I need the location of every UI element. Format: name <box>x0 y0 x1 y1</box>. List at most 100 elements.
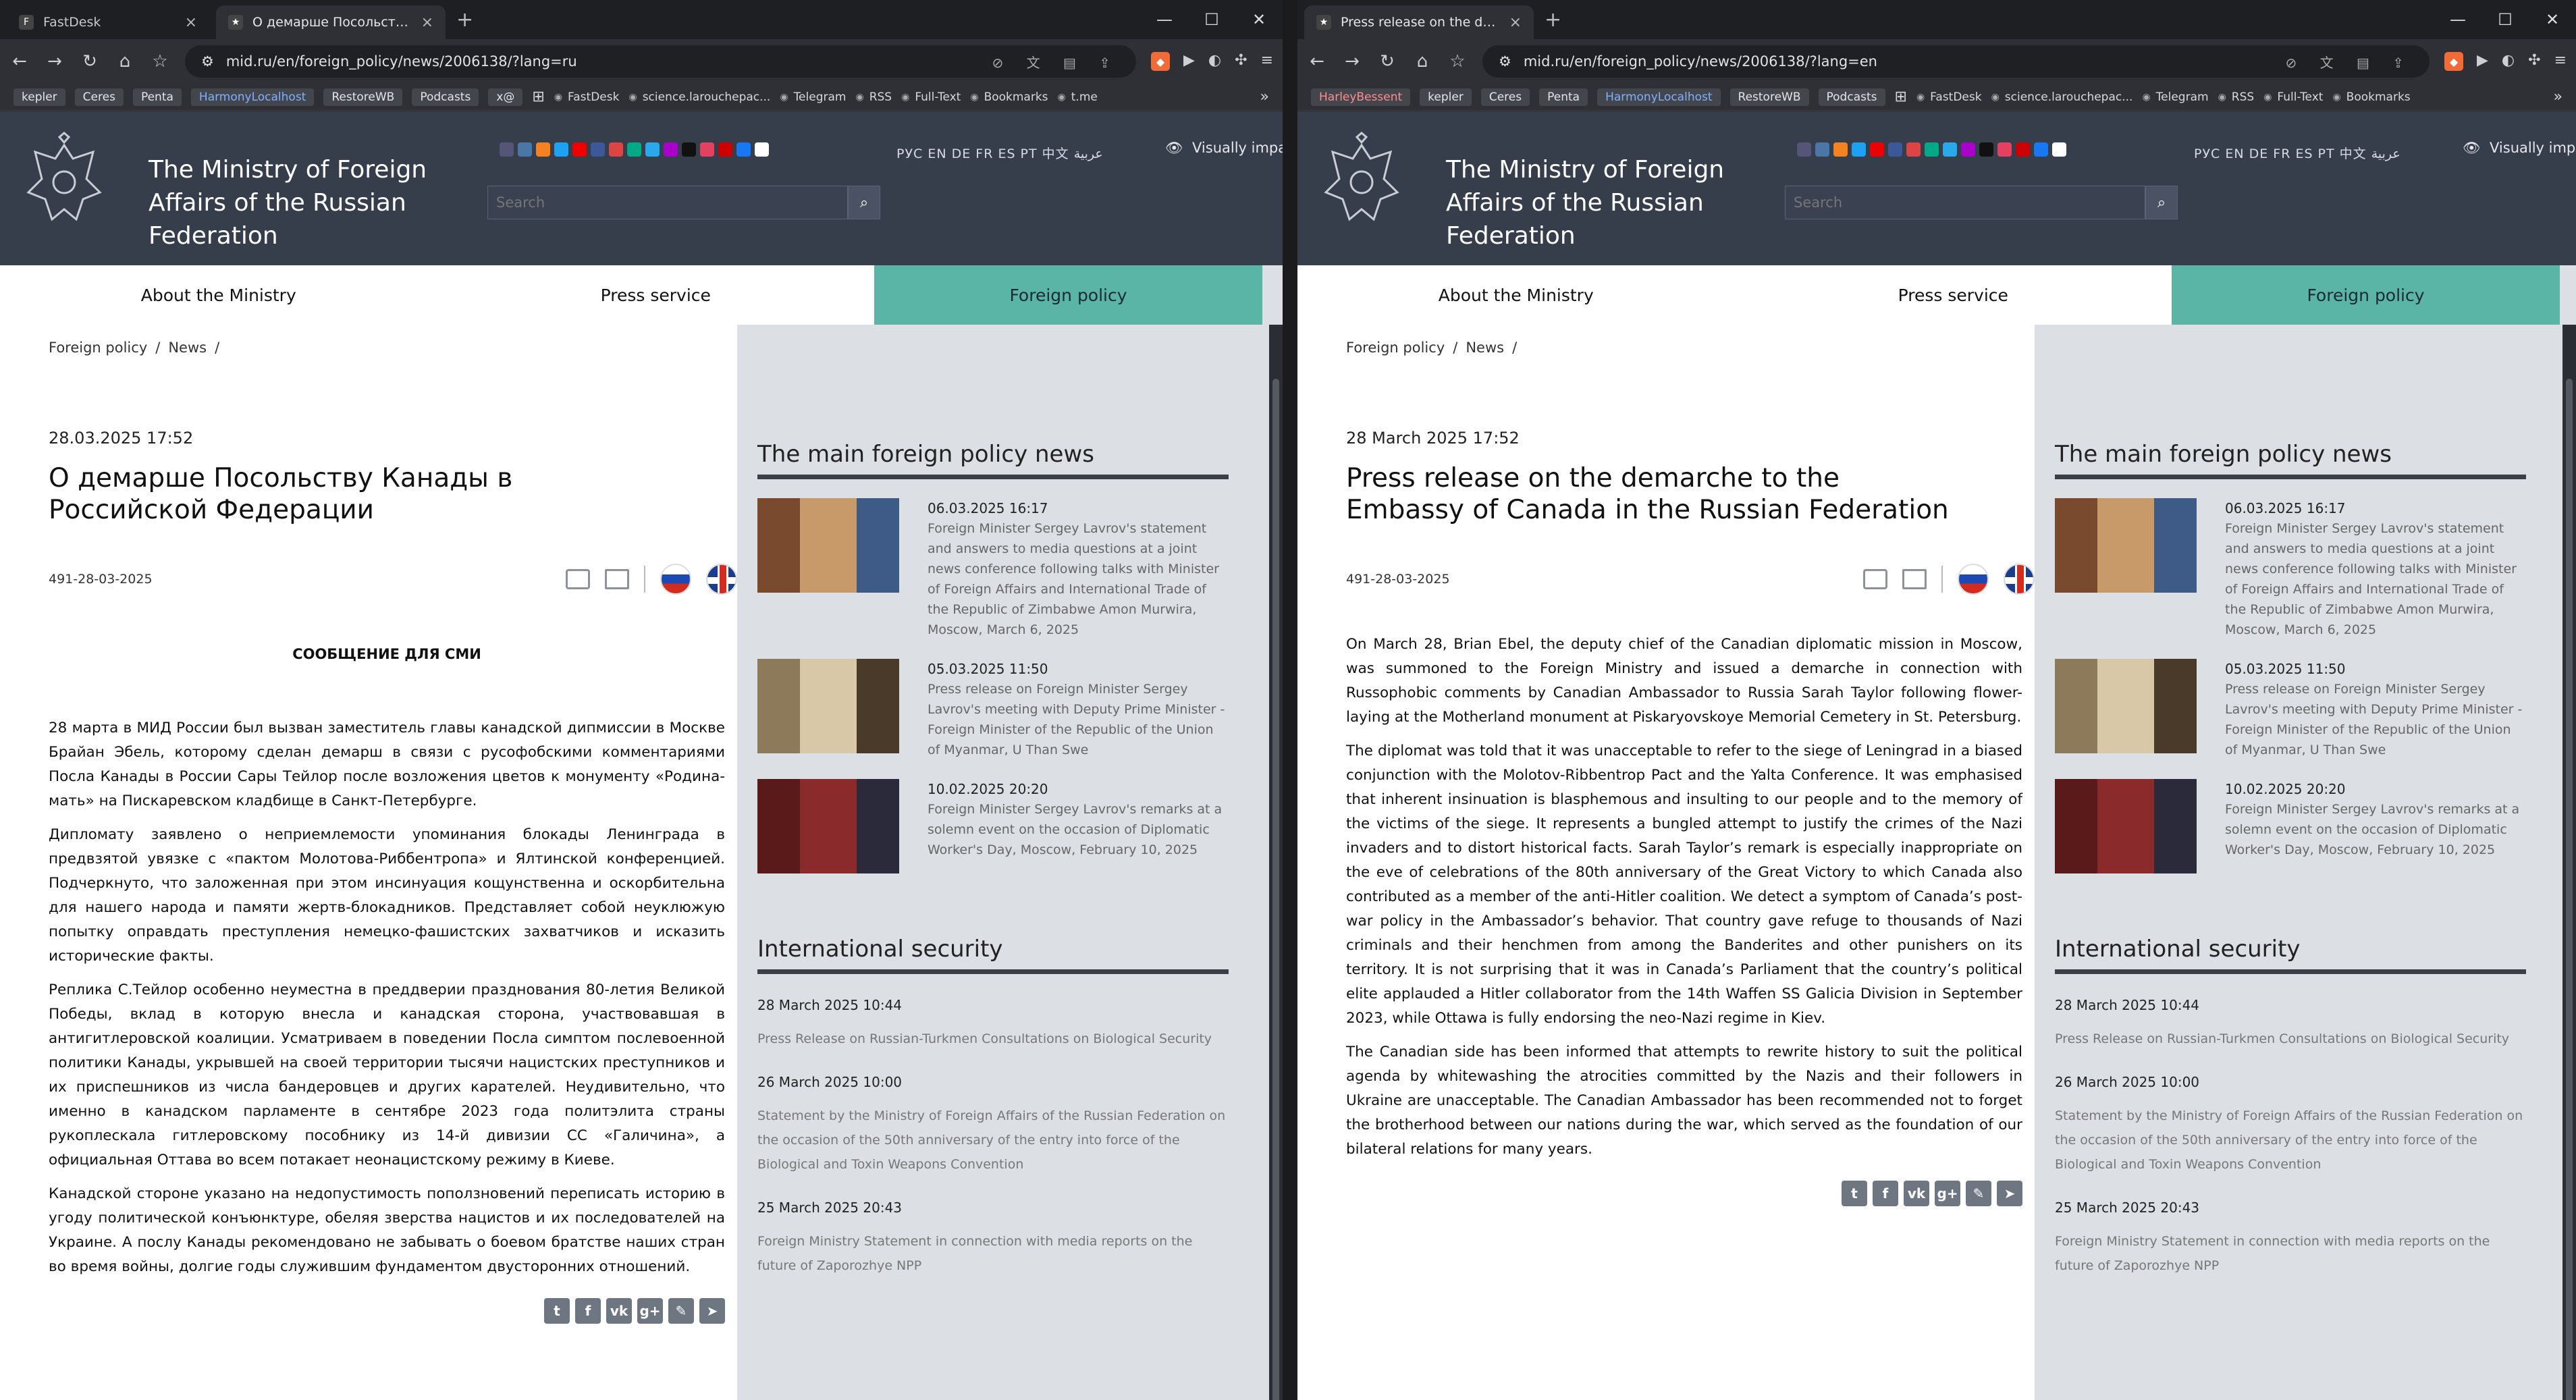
google-plus-icon[interactable]: g+ <box>637 1298 663 1324</box>
video-icon[interactable] <box>566 569 590 589</box>
scrollbar-thumb[interactable] <box>1272 379 1279 1400</box>
nav-foreign-policy[interactable]: Foreign policy <box>2172 265 2560 325</box>
close-tab-icon[interactable]: × <box>421 14 433 31</box>
close-tab-icon[interactable]: × <box>1509 14 1522 31</box>
extension-icon[interactable]: ◐ <box>2502 52 2515 71</box>
bookmark-link[interactable]: FastDesk <box>1916 90 1981 104</box>
news-thumbnail[interactable] <box>2055 498 2197 593</box>
security-headline[interactable]: Press Release on Russian-Turkmen Consult… <box>2055 1027 2526 1051</box>
browser-tab[interactable]: F FastDesk × <box>7 5 209 39</box>
vk-icon[interactable]: vk <box>606 1298 632 1324</box>
news-headline[interactable]: Press release on Foreign Minister Sergey… <box>928 679 1229 760</box>
facebook-icon[interactable]: f <box>1873 1181 1898 1206</box>
puzzle-icon[interactable]: ✣ <box>2528 52 2540 71</box>
bookmark-link[interactable]: science.larouchepac... <box>1991 90 2133 104</box>
bookmark-link[interactable]: Full-Text <box>901 90 961 104</box>
browser-tab[interactable]: ★ Press release on the demarche × <box>1304 5 1534 39</box>
bookmark-link[interactable]: Bookmarks <box>2332 90 2411 104</box>
social-icon[interactable] <box>664 142 678 157</box>
video-icon[interactable] <box>1863 569 1887 589</box>
news-headline[interactable]: Foreign Minister Sergey Lavrov's stateme… <box>2225 518 2526 640</box>
twitter-icon[interactable]: t <box>1842 1181 1867 1206</box>
security-item[interactable]: 26 March 2025 10:00 Statement by the Mini… <box>2055 1070 2526 1177</box>
browser-tab[interactable]: ★ О демарше Посольству Канад… × <box>216 5 446 39</box>
bookmark-link[interactable]: Full-Text <box>2263 90 2323 104</box>
social-icon[interactable] <box>554 142 568 157</box>
back-icon[interactable]: ← <box>1307 51 1327 72</box>
bookmark-chip[interactable]: RestoreWB <box>323 88 403 106</box>
brave-shield-icon[interactable]: ◆ <box>1151 52 1170 71</box>
news-thumbnail[interactable] <box>2055 779 2197 873</box>
social-icon[interactable] <box>1925 142 1939 157</box>
scrollbar[interactable] <box>1269 325 1283 1400</box>
search-input[interactable] <box>487 186 848 219</box>
russian-flag-icon[interactable] <box>660 564 691 595</box>
news-headline[interactable]: Foreign Minister Sergey Lavrov's remarks… <box>928 799 1229 860</box>
livejournal-icon[interactable]: ✎ <box>668 1298 694 1324</box>
news-headline[interactable]: Press release on Foreign Minister Sergey… <box>2225 679 2526 760</box>
nav-press-service[interactable]: Press service <box>437 265 875 325</box>
bookmark-link[interactable]: FastDesk <box>554 90 619 104</box>
print-icon[interactable] <box>1902 569 1927 589</box>
bookmark-chip[interactable]: Ceres <box>1480 88 1530 106</box>
bookmark-chip[interactable]: Penta <box>132 88 182 106</box>
extension-icon[interactable]: ▶ <box>2477 52 2488 71</box>
language-switcher[interactable]: РУС EN DE FR ES PT 中文 عربية <box>2194 144 2400 162</box>
security-item[interactable]: 28 March 2025 10:44 Press Release on Russ… <box>2055 993 2526 1051</box>
new-tab-button[interactable]: + <box>1545 8 1561 32</box>
reload-icon[interactable]: ↻ <box>1377 51 1397 72</box>
security-item[interactable]: 28 March 2025 10:44 Press Release on Russ… <box>757 993 1229 1051</box>
bookmark-link[interactable]: Telegram <box>2142 90 2209 104</box>
bookmark-chip[interactable]: HarleyBessent <box>1311 88 1411 106</box>
social-icon[interactable] <box>627 142 641 157</box>
menu-icon[interactable]: ≡ <box>1261 52 1273 71</box>
social-icon[interactable] <box>1888 142 1902 157</box>
search-icon[interactable]: ⌕ <box>848 186 880 219</box>
bookmark-icon[interactable]: ☆ <box>1447 51 1468 72</box>
social-icon[interactable] <box>736 142 751 157</box>
social-icon[interactable] <box>518 142 532 157</box>
search-input[interactable] <box>1785 186 2145 219</box>
more-bookmarks-icon[interactable]: » <box>1260 88 1269 105</box>
home-icon[interactable]: ⌂ <box>115 51 135 72</box>
news-item[interactable]: 05.03.2025 11:50 Press release on Foreign… <box>757 659 1229 760</box>
social-icon[interactable] <box>609 142 623 157</box>
social-icon[interactable] <box>1906 142 1921 157</box>
security-headline[interactable]: Foreign Ministry Statement in connection… <box>2055 1229 2526 1278</box>
nav-press-service[interactable]: Press service <box>1735 265 2172 325</box>
security-headline[interactable]: Press Release on Russian-Turkmen Consult… <box>757 1027 1229 1051</box>
social-icon[interactable] <box>1961 142 1975 157</box>
livejournal-icon[interactable]: ✎ <box>1966 1181 1991 1206</box>
news-item[interactable]: 05.03.2025 11:50 Press release on Foreign… <box>2055 659 2526 760</box>
maximize-button[interactable]: ☐ <box>2481 0 2529 39</box>
back-icon[interactable]: ← <box>9 51 30 72</box>
bookmark-chip[interactable]: kepler <box>1420 88 1472 106</box>
security-headline[interactable]: Statement by the Ministry of Foreign Aff… <box>2055 1104 2526 1177</box>
more-bookmarks-icon[interactable]: » <box>2554 88 2562 105</box>
breadcrumb-foreign-policy[interactable]: Foreign policy <box>1346 340 1445 356</box>
extension-icon[interactable]: ◐ <box>1208 52 1221 71</box>
search-icon[interactable]: ⌕ <box>2145 186 2178 219</box>
social-icon[interactable] <box>2034 142 2048 157</box>
social-icon[interactable] <box>755 142 769 157</box>
social-icon[interactable] <box>2016 142 2030 157</box>
social-icon[interactable] <box>645 142 660 157</box>
page-actions-icon[interactable]: ⊘ 文 ▤ ⇪ <box>2286 52 2413 72</box>
bookmark-chip[interactable]: Podcasts <box>1818 88 1885 106</box>
uk-flag-icon[interactable] <box>2004 564 2035 595</box>
bookmark-icon[interactable]: ☆ <box>150 51 170 72</box>
social-icon[interactable] <box>1979 142 1993 157</box>
social-icon[interactable] <box>1997 142 2012 157</box>
social-icon[interactable] <box>682 142 696 157</box>
social-icon[interactable] <box>2052 142 2066 157</box>
apps-icon[interactable]: ⊞ <box>532 88 544 105</box>
security-headline[interactable]: Statement by the Ministry of Foreign Aff… <box>757 1104 1229 1177</box>
news-item[interactable]: 06.03.2025 16:17 Foreign Minister Sergey … <box>757 498 1229 640</box>
new-tab-button[interactable]: + <box>456 8 473 32</box>
site-info-icon[interactable]: ⚙ <box>1499 53 1511 70</box>
address-bar[interactable]: ⚙ mid.ru/en/foreign_policy/news/2006138/… <box>185 45 1136 78</box>
news-item[interactable]: 06.03.2025 16:17 Foreign Minister Sergey … <box>2055 498 2526 640</box>
news-thumbnail[interactable] <box>757 779 899 873</box>
bookmark-link[interactable]: RSS <box>2218 90 2254 104</box>
bookmark-chip[interactable]: Penta <box>1539 88 1588 106</box>
